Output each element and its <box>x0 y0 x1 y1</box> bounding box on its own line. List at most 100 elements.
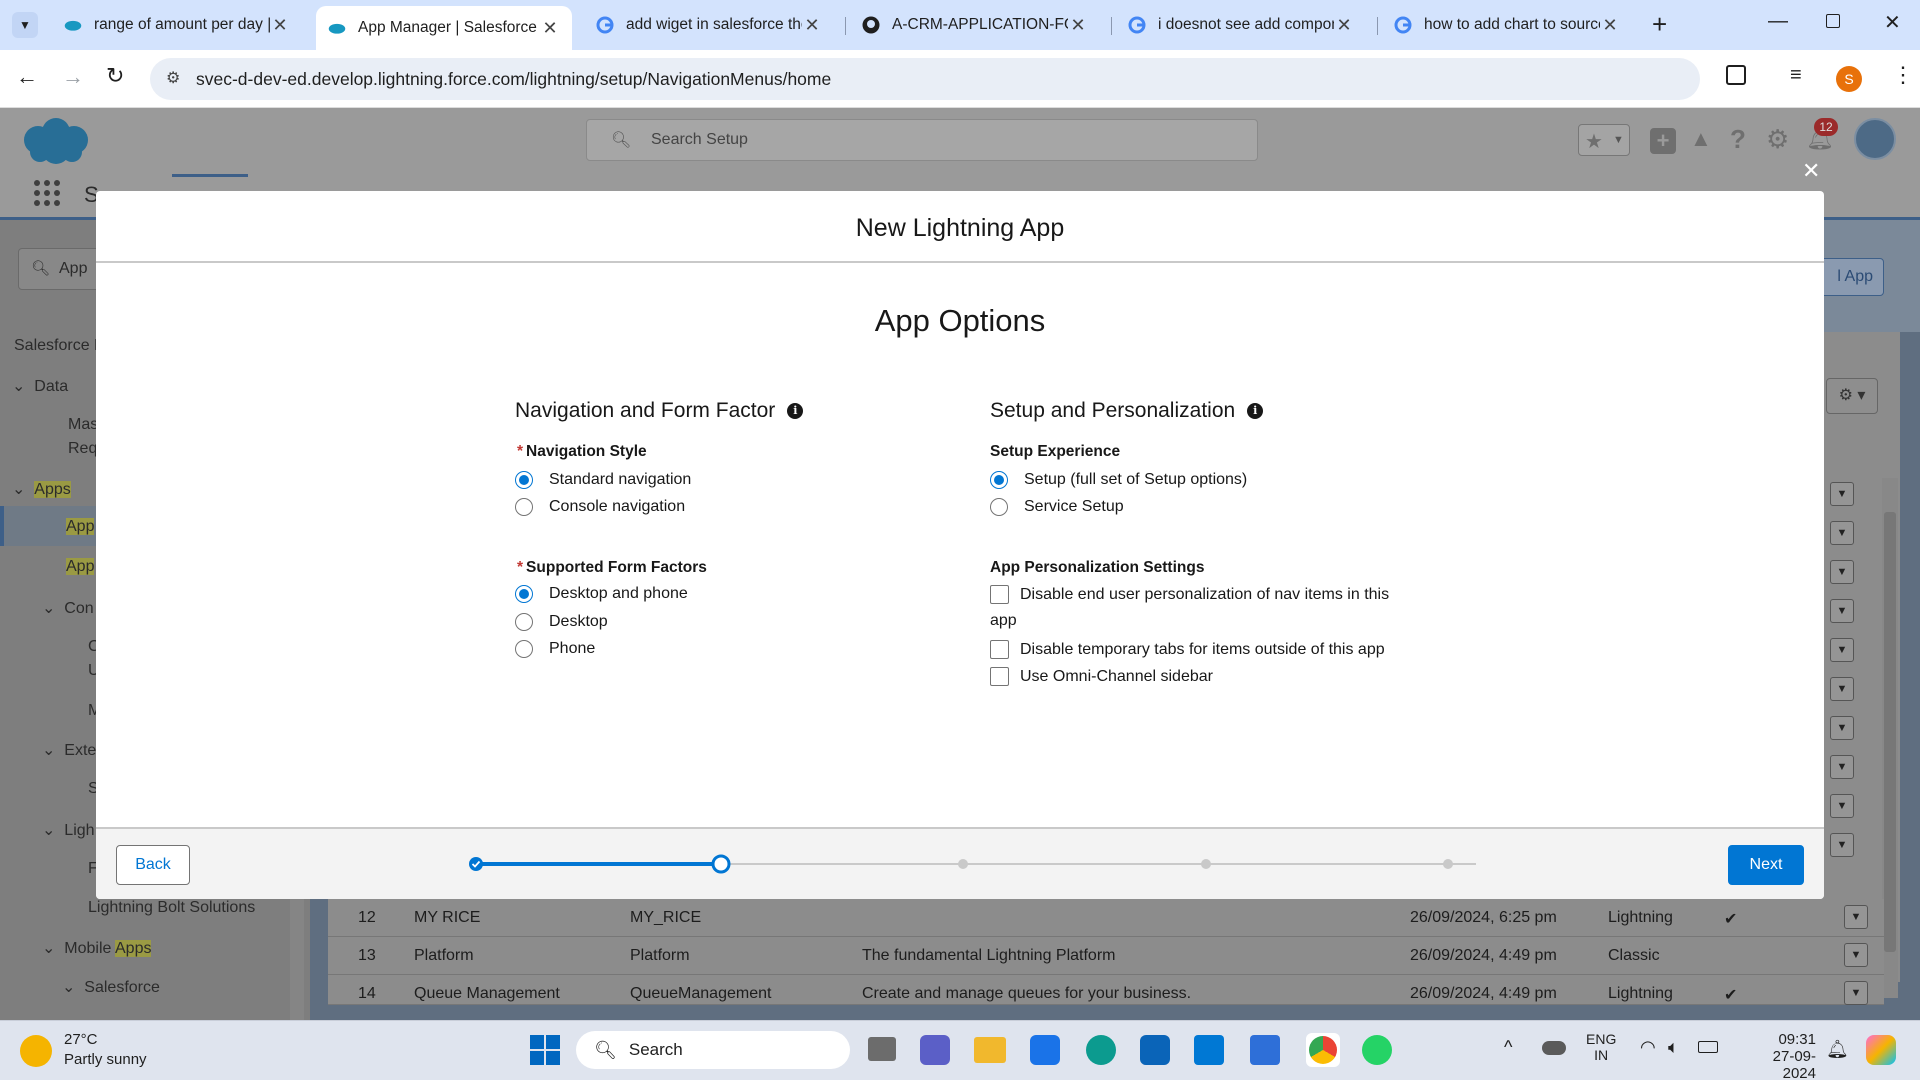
clock[interactable]: 09:31 27-09-2024 <box>1740 1031 1816 1082</box>
service-setup-radio[interactable]: Service Setup <box>990 498 1124 516</box>
desktop-and-phone-radio[interactable]: Desktop and phone <box>515 585 688 603</box>
row-action-dropdown[interactable]: ▼ <box>1844 905 1868 929</box>
windows-app-icon[interactable] <box>1194 1035 1224 1065</box>
address-bar[interactable]: ⚙ svec-d-dev-ed.develop.lightning.force.… <box>150 58 1700 100</box>
full-setup-radio[interactable]: Setup (full set of Setup options) <box>990 471 1247 489</box>
nav-item-external[interactable]: ⌄ Exte <box>42 740 96 760</box>
help-icon[interactable]: ? <box>1730 124 1746 155</box>
row-action-dropdown[interactable]: ▼ <box>1830 638 1854 662</box>
weather-temp[interactable]: 27°C <box>64 1031 98 1048</box>
wifi-icon[interactable]: ◠ <box>1640 1037 1656 1058</box>
row-action-dropdown[interactable]: ▼ <box>1830 716 1854 740</box>
new-tab-button[interactable]: + <box>1652 10 1667 38</box>
phone-radio[interactable]: Phone <box>515 640 595 658</box>
nav-item-connected[interactable]: ⌄ Con <box>42 598 94 618</box>
nav-item-data[interactable]: ⌄ Data <box>12 376 68 396</box>
reload-icon[interactable]: ↻ <box>106 63 124 89</box>
close-tab-icon[interactable]: ✕ <box>540 18 560 39</box>
restore-window-button[interactable] <box>1826 14 1840 28</box>
forward-arrow-icon[interactable]: → <box>62 64 84 90</box>
disable-temp-tabs-checkbox[interactable]: Disable temporary tabs for items outside… <box>990 640 1385 659</box>
favorites-button[interactable]: ★ ▼ <box>1578 124 1630 156</box>
notification-center-icon[interactable]: 🔔︎ <box>1826 1039 1849 1060</box>
extensions-icon[interactable] <box>1726 65 1746 85</box>
windows-start-icon[interactable] <box>530 1035 560 1065</box>
minimize-window-button[interactable]: — <box>1768 10 1788 33</box>
setup-search-input[interactable]: 🔍︎ Search Setup <box>586 119 1258 161</box>
app-launcher-icon[interactable] <box>34 180 60 206</box>
info-icon[interactable]: i <box>1247 403 1264 419</box>
row-action-dropdown[interactable]: ▼ <box>1830 560 1854 584</box>
console-navigation-radio[interactable]: Console navigation <box>515 498 685 516</box>
table-scrollbar[interactable] <box>1882 478 1898 998</box>
row-action-dropdown[interactable]: ▼ <box>1844 981 1868 1005</box>
teams-icon[interactable] <box>920 1035 950 1065</box>
whatsapp-icon[interactable] <box>1362 1035 1392 1065</box>
close-tab-icon[interactable]: ✕ <box>1068 15 1088 36</box>
nav-item-lightning-bolt[interactable]: Lightning Bolt Solutions <box>88 899 255 917</box>
tab-search-chevron-icon[interactable]: ▼ <box>12 12 38 38</box>
edge-icon[interactable] <box>1086 1035 1116 1065</box>
nav-item[interactable]: Mas <box>68 416 98 434</box>
close-tab-icon[interactable]: ✕ <box>1600 15 1620 36</box>
microsoft-store-icon[interactable] <box>1030 1035 1060 1065</box>
row-action-dropdown[interactable]: ▼ <box>1830 521 1854 545</box>
system-tray-chevron-icon[interactable]: ^ <box>1504 1037 1512 1058</box>
row-action-dropdown[interactable]: ▼ <box>1844 943 1868 967</box>
nav-item-salesforce[interactable]: ⌄ Salesforce <box>62 977 160 997</box>
volume-icon[interactable]: 🔈︎ <box>1668 1037 1679 1058</box>
row-action-dropdown[interactable]: ▼ <box>1830 794 1854 818</box>
row-action-dropdown[interactable]: ▼ <box>1830 482 1854 506</box>
profile-avatar[interactable]: S <box>1836 66 1862 92</box>
trailhead-icon[interactable]: ▲ <box>1690 126 1712 152</box>
desktop-radio[interactable]: Desktop <box>515 613 608 631</box>
chrome-icon[interactable] <box>1309 1036 1337 1064</box>
close-tab-icon[interactable]: ✕ <box>270 15 290 36</box>
table-row[interactable]: 12 MY RICE MY_RICE 26/09/2024, 6:25 pm L… <box>328 899 1884 937</box>
nav-item-appexchange[interactable]: App <box>66 558 95 576</box>
modal-close-icon[interactable]: ✕ <box>1802 160 1820 182</box>
copilot-icon[interactable] <box>1866 1035 1896 1065</box>
close-tab-icon[interactable]: ✕ <box>802 15 822 36</box>
battery-icon[interactable] <box>1698 1041 1718 1053</box>
nav-item-apps[interactable]: ⌄ Apps <box>12 479 71 499</box>
back-button[interactable]: Back <box>116 845 190 885</box>
close-tab-icon[interactable]: ✕ <box>1334 15 1354 36</box>
user-avatar[interactable] <box>1854 118 1896 160</box>
disable-nav-personalization-checkbox[interactable]: Disable end user personalization of nav … <box>990 585 1389 604</box>
browser-tab-2-active[interactable]: App Manager | Salesforce ✕ <box>316 6 572 50</box>
weather-sun-icon[interactable] <box>20 1035 52 1067</box>
info-icon[interactable]: i <box>787 403 804 419</box>
nav-item-mobile-apps[interactable]: ⌄ Mobile Apps <box>42 938 152 958</box>
standard-navigation-radio[interactable]: Standard navigation <box>515 471 691 489</box>
browser-tab-1[interactable]: range of amount per day | ✕ <box>52 8 302 42</box>
browser-tab-3[interactable]: add wiget in salesforce the ✕ <box>584 8 834 42</box>
site-settings-icon[interactable]: ⚙ <box>166 68 180 88</box>
table-row[interactable]: 14 Queue Management QueueManagement Crea… <box>328 975 1884 1005</box>
nav-item-app-manager[interactable]: App <box>66 518 95 536</box>
table-row[interactable]: 13 Platform Platform The fundamental Lig… <box>328 937 1884 975</box>
row-action-dropdown[interactable]: ▼ <box>1830 833 1854 857</box>
next-button[interactable]: Next <box>1728 845 1804 885</box>
browser-tab-5[interactable]: i doesnot see add compon ✕ <box>1116 8 1366 42</box>
row-action-dropdown[interactable]: ▼ <box>1830 599 1854 623</box>
onedrive-icon[interactable] <box>1542 1041 1566 1055</box>
list-settings-gear-button[interactable]: ⚙ ▾ <box>1826 378 1878 414</box>
taskbar-search[interactable]: 🔍︎ Search <box>576 1031 850 1069</box>
back-arrow-icon[interactable]: ← <box>16 64 38 90</box>
browser-menu-icon[interactable]: ⋮ <box>1892 62 1914 88</box>
nav-item[interactable]: Req <box>68 440 97 458</box>
weather-desc[interactable]: Partly sunny <box>64 1051 147 1068</box>
outlook-icon[interactable] <box>1140 1035 1170 1065</box>
browser-tab-4[interactable]: A-CRM-APPLICATION-FOR ✕ <box>850 8 1100 42</box>
task-view-icon[interactable] <box>868 1037 896 1061</box>
setup-gear-icon[interactable]: ⚙ <box>1766 124 1789 155</box>
global-actions-add-icon[interactable]: + <box>1650 128 1676 154</box>
nav-item-lightning[interactable]: ⌄ Ligh <box>42 820 95 840</box>
media-control-icon[interactable]: ≡ <box>1790 64 1802 87</box>
browser-tab-6[interactable]: how to add chart to source ✕ <box>1382 8 1632 42</box>
close-window-button[interactable]: ✕ <box>1884 10 1901 35</box>
omni-channel-checkbox[interactable]: Use Omni-Channel sidebar <box>990 667 1213 686</box>
row-action-dropdown[interactable]: ▼ <box>1830 677 1854 701</box>
new-lightning-app-button[interactable]: l App <box>1816 258 1884 296</box>
